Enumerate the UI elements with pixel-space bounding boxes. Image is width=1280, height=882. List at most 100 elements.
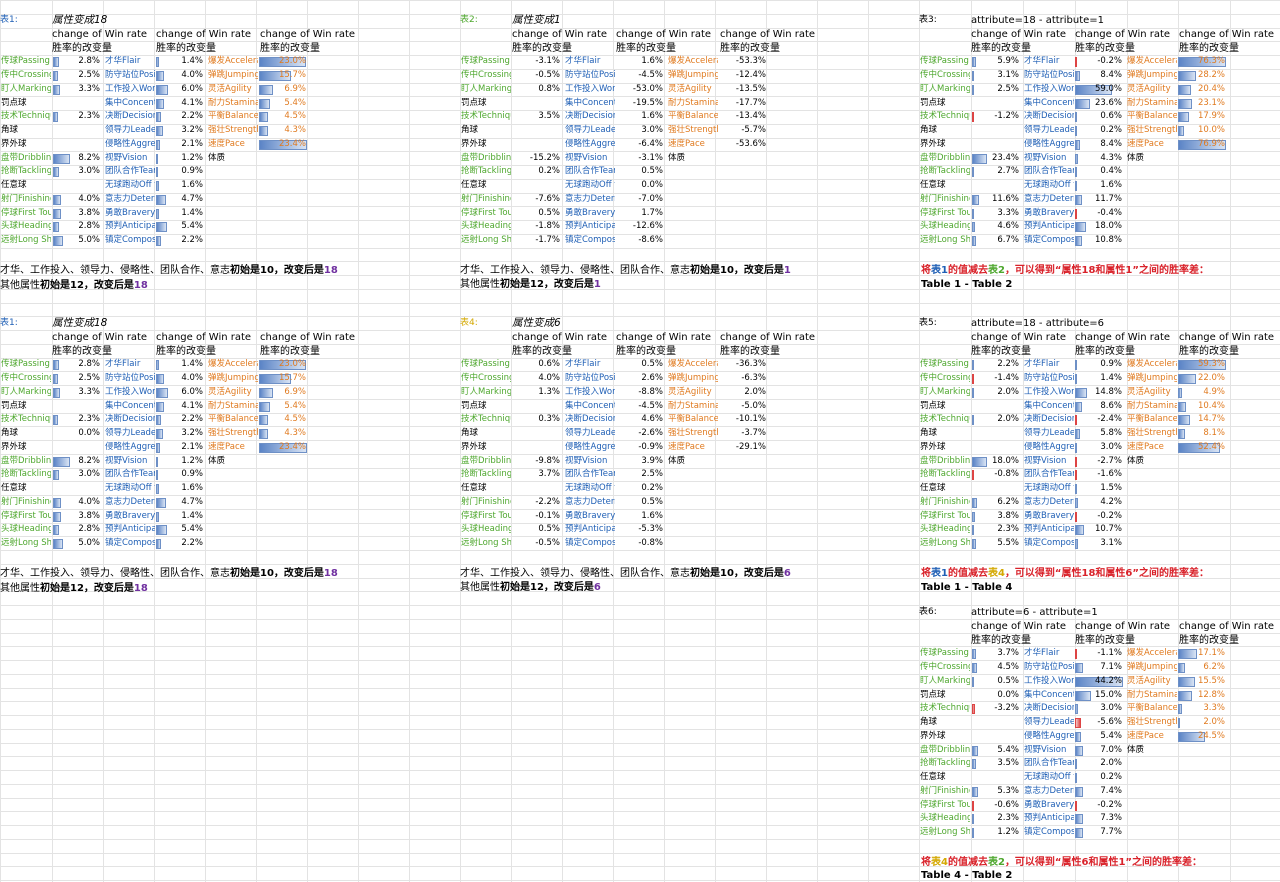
column-header[interactable]: change of Win rate (512, 28, 615, 42)
attr-name[interactable]: 才华Flair (104, 358, 155, 372)
note-line-2[interactable]: 其他属性初始是12，改变后是1 (460, 278, 900, 292)
attr-name[interactable]: 盯人Marking (919, 386, 970, 400)
table-label[interactable]: 表3: (919, 14, 970, 28)
value-cell[interactable]: 15.7% (258, 372, 308, 386)
attr-name[interactable]: 爆发Acceleration (1126, 55, 1177, 69)
attr-name[interactable]: 团队合作Teamwork (564, 468, 615, 482)
table-label[interactable]: 表4: (460, 317, 511, 331)
value-cell[interactable]: 4.3% (258, 124, 308, 138)
value-cell[interactable]: 6.2% (971, 496, 1021, 510)
attr-name[interactable]: 抢断Tackling (460, 165, 511, 179)
attr-name[interactable]: 才华Flair (564, 55, 615, 69)
attr-name[interactable]: 界外球 (919, 138, 970, 152)
attr-name[interactable]: 传球Passing (919, 647, 970, 661)
attr-name[interactable]: 技术Technique (0, 110, 51, 124)
value-cell[interactable]: 10.0% (1177, 124, 1227, 138)
attr-name[interactable]: 头球Heading (0, 523, 51, 537)
attr-name[interactable]: 领导力Leadership (104, 427, 155, 441)
attr-name[interactable]: 盘带Dribbling (460, 455, 511, 469)
attr-name[interactable]: 无球跑动Off the Ball (1023, 179, 1074, 193)
attr-name[interactable]: 强壮Strength (1126, 427, 1177, 441)
attr-name[interactable]: 防守站位Positioning (1023, 372, 1074, 386)
value-cell[interactable]: -12.4% (718, 69, 768, 83)
value-cell[interactable]: -0.9% (615, 441, 665, 455)
value-cell[interactable]: -15.2% (512, 152, 562, 166)
value-cell[interactable]: -5.0% (718, 400, 768, 414)
attr-name[interactable]: 决断Decisions (1023, 702, 1074, 716)
attr-name[interactable]: 视野Vision (104, 455, 155, 469)
attr-name[interactable]: 抢断Tackling (0, 165, 51, 179)
column-header-cn[interactable]: 胜率的改变量 (1075, 42, 1178, 56)
attr-name[interactable]: 盯人Marking (919, 83, 970, 97)
table-title[interactable]: 属性变成1 (512, 14, 712, 28)
attr-name[interactable]: 工作投入Work Rate (564, 386, 615, 400)
value-cell[interactable]: 8.4% (1074, 138, 1124, 152)
attr-name[interactable]: 角球 (919, 716, 970, 730)
value-cell[interactable]: 52.4% (1177, 441, 1227, 455)
attr-name[interactable]: 体质 (667, 455, 718, 469)
value-cell[interactable]: -53.3% (718, 55, 768, 69)
value-cell[interactable]: 1.4% (1074, 372, 1124, 386)
value-cell[interactable]: 2.0% (1074, 757, 1124, 771)
value-cell[interactable]: 0.5% (512, 207, 562, 221)
attr-name[interactable]: 预判Anticipation (104, 523, 155, 537)
attr-name[interactable]: 抢断Tackling (919, 757, 970, 771)
attr-name[interactable]: 射门Finishing (919, 785, 970, 799)
attr-name[interactable]: 平衡Balance (1126, 110, 1177, 124)
attr-name[interactable]: 盘带Dribbling (919, 152, 970, 166)
value-cell[interactable]: 6.9% (258, 83, 308, 97)
value-cell[interactable]: 8.4% (1074, 69, 1124, 83)
attr-name[interactable]: 罚点球 (919, 400, 970, 414)
column-header-cn[interactable]: 胜率的改变量 (156, 345, 259, 359)
attr-name[interactable]: 意志力Determination (564, 496, 615, 510)
attr-name[interactable]: 才华Flair (1023, 55, 1074, 69)
value-cell[interactable]: 2.5% (971, 83, 1021, 97)
attr-name[interactable]: 体质 (667, 152, 718, 166)
attr-name[interactable]: 弹跳Jumping Reach (667, 69, 718, 83)
attr-name[interactable]: 平衡Balance (1126, 702, 1177, 716)
value-cell[interactable]: 2.8% (52, 358, 102, 372)
value-cell[interactable]: 2.2% (155, 537, 205, 551)
value-cell[interactable]: 23.6% (1074, 97, 1124, 111)
value-cell[interactable]: 0.2% (1074, 771, 1124, 785)
attr-name[interactable]: 射门Finishing (919, 193, 970, 207)
value-cell[interactable]: 2.0% (971, 386, 1021, 400)
value-cell[interactable]: 7.3% (1074, 812, 1124, 826)
attr-name[interactable]: 停球First Touch (0, 207, 51, 221)
attr-name[interactable]: 任意球 (460, 179, 511, 193)
attr-name[interactable]: 视野Vision (1023, 455, 1074, 469)
value-cell[interactable]: 14.7% (1177, 413, 1227, 427)
attr-name[interactable]: 爆发Acceleration (207, 358, 258, 372)
table-title[interactable]: 属性变成18 (52, 14, 252, 28)
attr-name[interactable]: 领导力Leadership (564, 124, 615, 138)
attr-name[interactable]: 传中Crossing (0, 69, 51, 83)
attr-name[interactable]: 工作投入Work Rate (104, 83, 155, 97)
attr-name[interactable]: 盘带Dribbling (460, 152, 511, 166)
attr-name[interactable]: 侵略性Aggression (104, 138, 155, 152)
column-header-cn[interactable]: 胜率的改变量 (512, 345, 615, 359)
attr-name[interactable]: 体质 (1126, 744, 1177, 758)
value-cell[interactable]: -1.7% (512, 234, 562, 248)
value-cell[interactable]: 4.5% (258, 110, 308, 124)
diff-subtitle[interactable]: Table 1 - Table 2 (921, 278, 1280, 292)
value-cell[interactable]: 0.4% (1074, 165, 1124, 179)
value-cell[interactable]: 5.9% (971, 55, 1021, 69)
attr-name[interactable]: 盯人Marking (0, 83, 51, 97)
value-cell[interactable]: 1.6% (615, 55, 665, 69)
attr-name[interactable]: 传球Passing (0, 358, 51, 372)
attr-name[interactable]: 侵略性Aggression (104, 441, 155, 455)
value-cell[interactable]: -0.1% (512, 510, 562, 524)
value-cell[interactable]: 0.9% (155, 165, 205, 179)
attr-name[interactable]: 无球跑动Off the Ball (564, 179, 615, 193)
value-cell[interactable]: 15.5% (1177, 675, 1227, 689)
attr-name[interactable]: 盘带Dribbling (919, 455, 970, 469)
column-header-cn[interactable]: 胜率的改变量 (971, 634, 1074, 648)
spreadsheet-grid[interactable]: 表1: 属性变成18 change of Win rate 胜率的改变量 change … (0, 0, 1280, 882)
value-cell[interactable]: 3.1% (1074, 537, 1124, 551)
value-cell[interactable]: 1.6% (615, 510, 665, 524)
note-line-1[interactable]: 才华、工作投入、领导力、侵略性、团队合作、意志初始是10，改变后是18 (0, 567, 440, 581)
attr-name[interactable]: 工作投入Work Rate (1023, 386, 1074, 400)
value-cell[interactable]: 10.8% (1074, 234, 1124, 248)
value-cell[interactable]: 2.7% (971, 165, 1021, 179)
value-cell[interactable]: 5.8% (1074, 427, 1124, 441)
